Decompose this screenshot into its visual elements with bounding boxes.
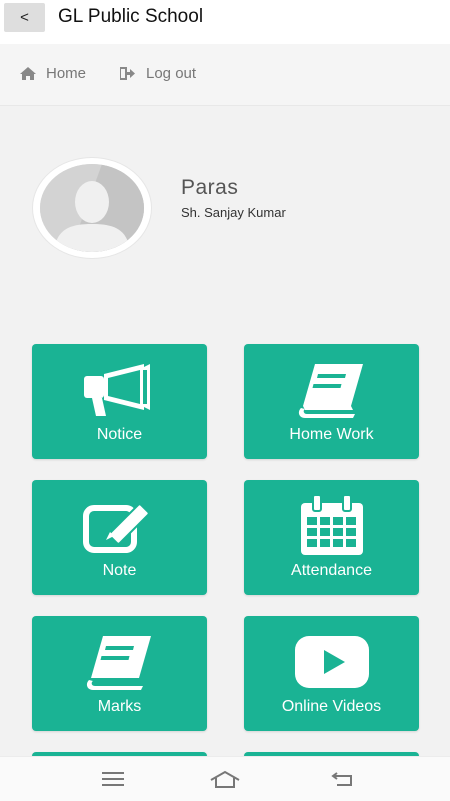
back-nav-button[interactable] — [323, 767, 363, 791]
tile-online-videos-label: Online Videos — [281, 698, 382, 715]
app-bar: < GL Public School — [0, 0, 450, 44]
nav-home-link[interactable]: Home — [20, 65, 86, 82]
tile-home-work[interactable]: Home Work — [244, 344, 419, 459]
home-icon — [210, 770, 240, 788]
profile-name: Paras — [181, 176, 239, 199]
tile-marks-label: Marks — [97, 698, 142, 715]
back-icon — [331, 772, 352, 786]
app-title: GL Public School — [58, 6, 204, 27]
logout-icon — [120, 67, 135, 80]
back-button[interactable]: < — [4, 3, 45, 32]
youtube-play-icon — [294, 636, 369, 688]
nav-logout-link[interactable]: Log out — [120, 65, 196, 82]
menu-icon — [102, 772, 124, 786]
book-icon — [298, 364, 363, 418]
system-nav-bar — [0, 756, 450, 801]
tile-marks[interactable]: Marks — [32, 616, 207, 731]
menu-button[interactable] — [93, 767, 133, 791]
calendar-icon — [300, 495, 363, 555]
book-icon — [86, 636, 151, 690]
tile-note-label: Note — [102, 562, 137, 579]
home-button[interactable] — [205, 767, 245, 791]
edit-note-icon — [82, 503, 150, 553]
user-silhouette-icon — [40, 164, 144, 252]
avatar-placeholder — [40, 164, 144, 252]
tile-attendance-label: Attendance — [291, 562, 372, 579]
avatar — [33, 158, 151, 258]
nav-strip: Home Log out — [0, 44, 450, 106]
megaphone-icon — [83, 364, 150, 416]
nav-home-label: Home — [46, 65, 87, 82]
tile-home-work-label: Home Work — [289, 426, 374, 443]
tile-notice-label: Notice — [96, 426, 143, 443]
home-icon — [20, 67, 36, 80]
nav-logout-label: Log out — [146, 65, 197, 82]
tile-online-videos[interactable]: Online Videos — [244, 616, 419, 731]
profile-parent-name: Sh. Sanjay Kumar — [181, 205, 286, 220]
tile-note[interactable]: Note — [32, 480, 207, 595]
tile-attendance[interactable]: Attendance — [244, 480, 419, 595]
tile-notice[interactable]: Notice — [32, 344, 207, 459]
